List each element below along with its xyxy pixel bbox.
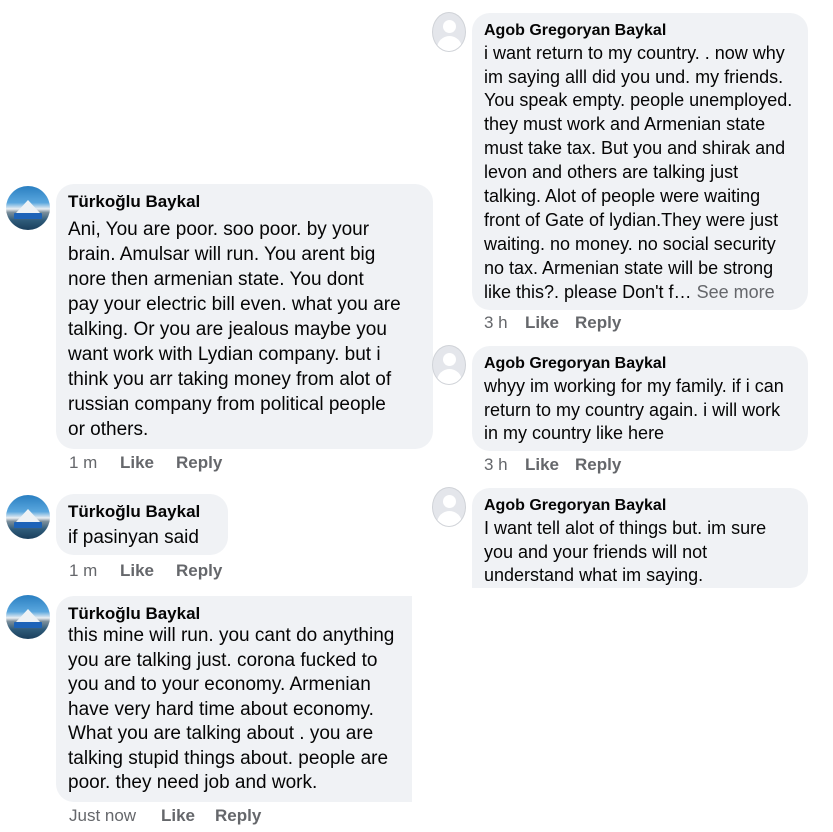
comment-bubble: Türkoğlu Baykal this mine will run. you …	[56, 596, 412, 802]
comment-line: levon and others are talking just	[484, 162, 739, 182]
default-avatar-icon[interactable]	[432, 12, 466, 52]
comment-line: brain. Amulsar will run. You arent big	[68, 244, 376, 265]
comment-author[interactable]: Agob Gregoryan Baykal	[484, 354, 666, 374]
comment-timestamp[interactable]: 1 m	[69, 453, 97, 473]
avatar[interactable]	[6, 495, 50, 539]
comment-actions: 1 m Like Reply	[69, 561, 222, 581]
comment-bubble: Türkoğlu Baykal Ani, You are poor. soo p…	[56, 184, 433, 449]
avatar-badge	[14, 522, 42, 528]
avatar-body	[437, 369, 462, 384]
comment-line: waiting. no money. no social security	[484, 234, 776, 254]
like-button[interactable]: Like	[161, 806, 195, 826]
reply-button[interactable]: Reply	[575, 455, 621, 475]
comment-timestamp[interactable]: 3 h	[484, 455, 508, 475]
comment-timestamp[interactable]: 3 h	[484, 313, 508, 333]
comment-line: want work with Lydian company. but i	[68, 344, 381, 365]
comment-line: you and to your economy. Armenian	[68, 674, 371, 695]
comment-author[interactable]: Türkoğlu Baykal	[68, 192, 200, 212]
comment-line: You speak empty. people unemployed.	[484, 90, 793, 110]
comment-author[interactable]: Agob Gregoryan Baykal	[484, 21, 666, 41]
avatar-head	[443, 353, 456, 366]
avatar-badge	[14, 622, 42, 628]
comment-line: I want tell alot of things but. im sure	[484, 518, 767, 538]
comment-line: or others.	[68, 419, 149, 440]
comment-line: whyy im working for my family. if i can	[484, 376, 784, 396]
reply-button[interactable]: Reply	[176, 453, 222, 473]
comment-line: i want return to my country. . now why	[484, 43, 785, 63]
comment-timestamp[interactable]: 1 m	[69, 561, 97, 581]
comment-line-text: like this?. please Don't f…	[484, 282, 692, 302]
comment-line: talking. Or you are jealous maybe you	[68, 319, 387, 340]
comment-line: have very hard time about economy.	[68, 699, 374, 720]
mountain-icon	[16, 609, 40, 622]
comment-line: no tax. Armenian state will be strong	[484, 258, 774, 278]
comment-line: they must work and Armenian state	[484, 114, 766, 134]
comment-line: pay your electric bill even. what you ar…	[68, 294, 401, 315]
comment-author[interactable]: Türkoğlu Baykal	[68, 604, 200, 624]
avatar-body	[437, 511, 462, 526]
comment-bubble: Agob Gregoryan Baykal I want tell alot o…	[472, 488, 808, 588]
comment-line-last: like this?. please Don't f… See more	[484, 280, 775, 304]
comment-line: in my country like here	[484, 423, 665, 443]
comment-actions: 3 h Like Reply	[484, 313, 621, 333]
comment-actions: 3 h Like Reply	[484, 455, 621, 475]
comment-line: russian company from political people	[68, 394, 386, 415]
comment-line: Ani, You are poor. soo poor. by your	[68, 219, 370, 240]
avatar-head	[443, 20, 456, 33]
comment-timestamp[interactable]: Just now	[69, 806, 136, 826]
reply-button[interactable]: Reply	[176, 561, 222, 581]
like-button[interactable]: Like	[120, 453, 154, 473]
comment-actions: 1 m Like Reply	[69, 453, 222, 473]
reply-button[interactable]: Reply	[215, 806, 261, 826]
comment-bubble: Türkoğlu Baykal if pasinyan said	[56, 494, 228, 555]
like-button[interactable]: Like	[525, 455, 559, 475]
comment-line: front of Gate of lydian.They were just	[484, 210, 779, 230]
comment-line: this mine will run. you cant do anything	[68, 625, 395, 646]
comment-line: poor. they need job and work.	[68, 772, 318, 793]
like-button[interactable]: Like	[120, 561, 154, 581]
comment-line: you and your friends will not	[484, 542, 708, 562]
comment-line: nore then armenian state. You dont	[68, 269, 364, 290]
see-more-link[interactable]: See more	[697, 282, 775, 302]
comment-line: if pasinyan said	[68, 527, 199, 548]
default-avatar-icon[interactable]	[432, 487, 466, 527]
comment-line: must take tax. But you and shirak and	[484, 138, 786, 158]
comment-line: im saying alll did you und. my friends.	[484, 67, 784, 87]
mountain-icon	[16, 200, 40, 213]
comment-line: What you are talking about . you are	[68, 723, 374, 744]
comment-line: talking. Alot of people were waiting	[484, 186, 761, 206]
like-button[interactable]: Like	[525, 313, 559, 333]
comment-author[interactable]: Agob Gregoryan Baykal	[484, 496, 666, 516]
comment-bubble: Agob Gregoryan Baykal whyy im working fo…	[472, 346, 808, 451]
avatar-body	[437, 36, 462, 51]
comment-line: you are talking just. corona fucked to	[68, 650, 378, 671]
comment-line: return to my country again. i will work	[484, 400, 781, 420]
mountain-icon	[16, 509, 40, 522]
comment-line: think you arr taking money from alot of	[68, 369, 392, 390]
comment-author[interactable]: Türkoğlu Baykal	[68, 502, 200, 522]
reply-button[interactable]: Reply	[575, 313, 621, 333]
comment-bubble: Agob Gregoryan Baykal i want return to m…	[472, 13, 808, 310]
avatar[interactable]	[6, 186, 50, 230]
comment-line: understand what im saying.	[484, 565, 704, 585]
comment-line: talking stupid things about. people are	[68, 748, 389, 769]
avatar-badge	[14, 213, 42, 219]
avatar-head	[443, 495, 456, 508]
default-avatar-icon[interactable]	[432, 345, 466, 385]
avatar[interactable]	[6, 595, 50, 639]
comment-actions: Just now Like Reply	[69, 806, 261, 826]
